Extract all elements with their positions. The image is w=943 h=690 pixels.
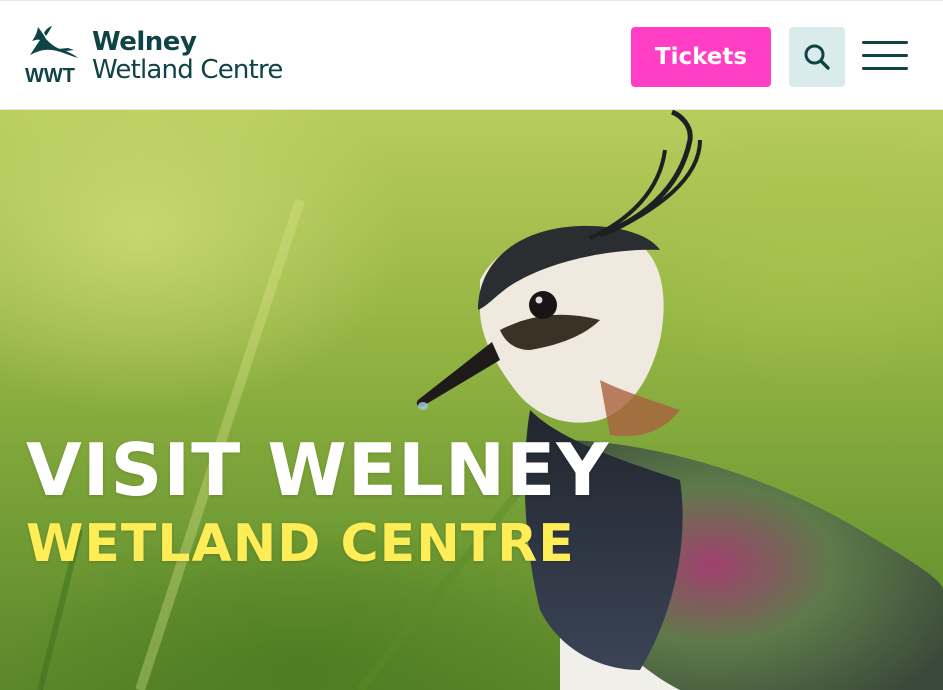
site-header: WWT Welney Wetland Centre Tickets	[0, 0, 943, 110]
menu-button[interactable]	[862, 39, 910, 73]
site-logo-link[interactable]: WWT Welney Wetland Centre	[24, 25, 283, 87]
hero-title-line1: Visit Welney	[26, 428, 610, 512]
logo-text: Welney Wetland Centre	[92, 29, 283, 83]
crane-icon	[30, 26, 78, 58]
hamburger-menu-icon	[862, 41, 908, 44]
logo-title-line1: Welney	[92, 27, 197, 57]
hero-banner: Visit Welney Wetland Centre	[0, 110, 943, 690]
wwt-logo-mark: WWT	[24, 25, 82, 87]
logo-abbreviation: WWT	[25, 65, 75, 87]
hamburger-menu-icon	[862, 54, 908, 57]
hamburger-menu-icon	[862, 67, 908, 70]
search-icon	[804, 44, 830, 70]
hero-title-line2: Wetland Centre	[26, 514, 575, 574]
search-button[interactable]	[789, 27, 845, 87]
logo-title-line2: Wetland Centre	[92, 55, 283, 85]
lapwing-bird-photo	[37, 110, 943, 690]
hero-title: Visit Welney Wetland Centre	[26, 434, 609, 570]
tickets-button[interactable]: Tickets	[631, 27, 771, 87]
